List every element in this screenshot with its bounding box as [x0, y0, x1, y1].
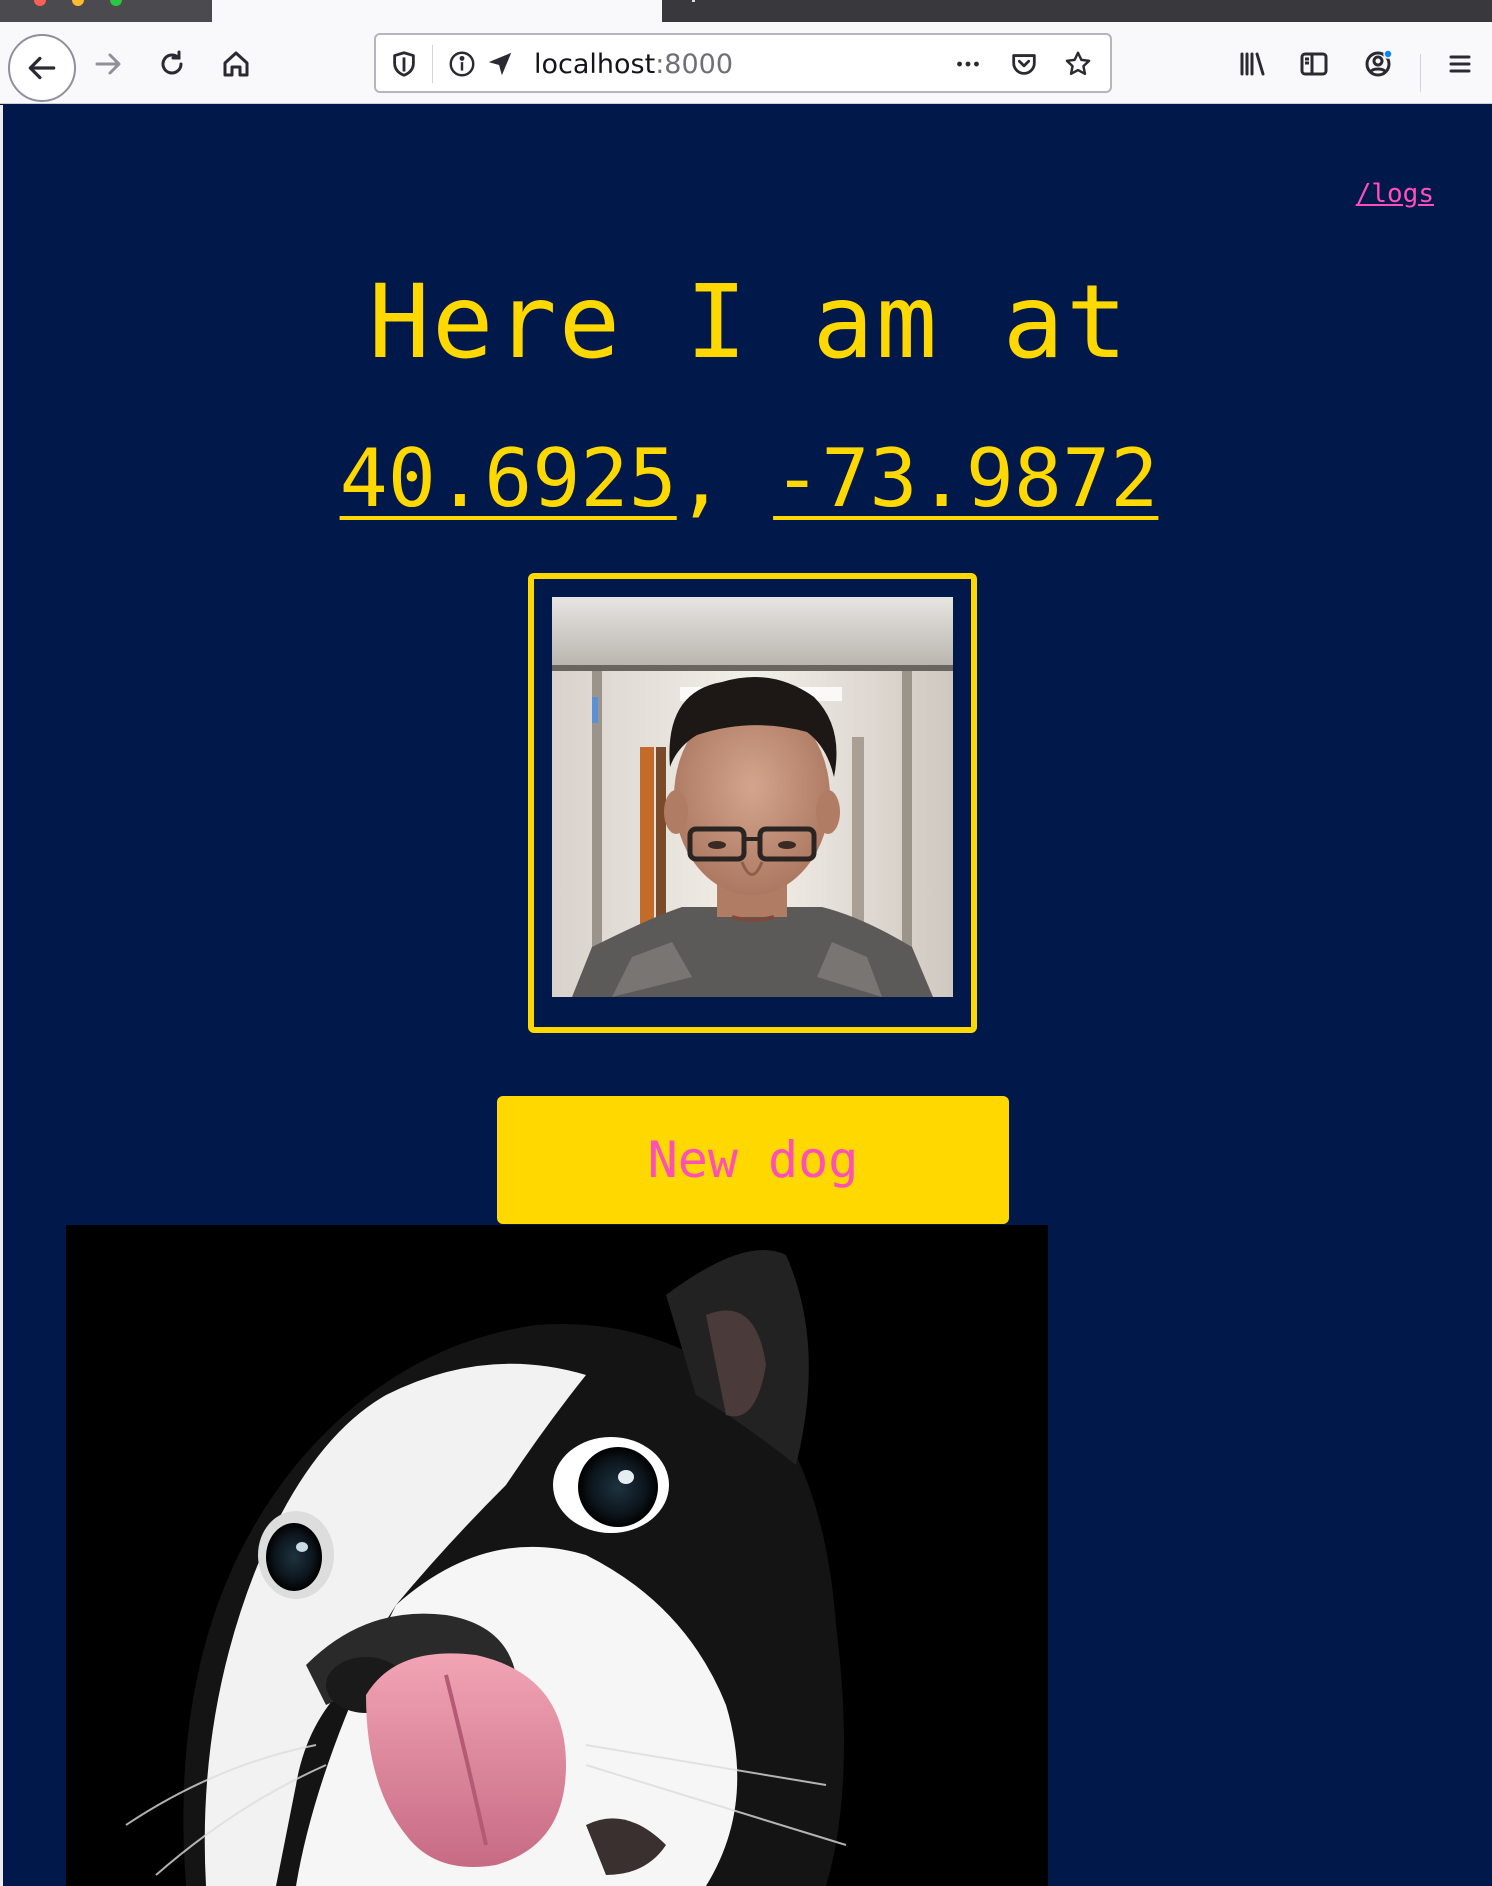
bookmark-star-icon	[1065, 51, 1091, 76]
bookmark-button[interactable]	[1060, 46, 1096, 82]
library-icon	[1240, 52, 1265, 76]
new-dog-button[interactable]: New dog	[497, 1096, 1009, 1224]
location-arrow-icon	[488, 52, 512, 76]
account-icon	[1365, 49, 1393, 77]
page-heading: Here I am at	[368, 263, 1130, 382]
hamburger-menu-icon	[1449, 55, 1471, 73]
coordinates: 40.6925, -73.9872	[3, 431, 1492, 527]
pocket-icon	[1012, 54, 1036, 75]
forward-button[interactable]	[80, 36, 136, 92]
main-menu-button[interactable]	[1432, 36, 1488, 92]
library-button[interactable]	[1224, 36, 1280, 92]
tracking-shield-button[interactable]	[386, 46, 422, 82]
window-minimize-dot[interactable]	[72, 0, 84, 6]
tab-inactive[interactable]	[0, 0, 212, 22]
coordinate-separator: ,	[676, 432, 774, 525]
url-text[interactable]: localhost:8000	[534, 49, 733, 81]
home-button[interactable]	[208, 36, 264, 92]
tab-active[interactable]	[212, 0, 662, 22]
toolbar-divider	[1420, 54, 1421, 92]
more-dots-icon	[957, 61, 979, 67]
sidebar-icon	[1300, 52, 1328, 76]
dog-photo	[66, 1225, 1048, 1886]
logs-link[interactable]: /logs	[1356, 179, 1434, 209]
latitude-link[interactable]: 40.6925	[340, 432, 677, 525]
longitude-link[interactable]: -73.9872	[773, 432, 1158, 525]
url-bar[interactable]: localhost:8000	[374, 33, 1112, 93]
url-port: :8000	[655, 49, 734, 80]
window-zoom-dot[interactable]	[110, 0, 122, 6]
page-content: /logs Here I am at 40.6925, -73.9872 New…	[0, 105, 1492, 1886]
pocket-button[interactable]	[1006, 46, 1042, 82]
sidebar-button[interactable]	[1286, 36, 1342, 92]
reload-icon	[161, 50, 183, 75]
back-button[interactable]	[8, 34, 76, 102]
browser-toolbar: localhost:8000	[0, 22, 1492, 104]
location-permission-button[interactable]	[482, 46, 518, 82]
webcam-selfie	[552, 597, 953, 997]
info-icon	[449, 51, 475, 77]
site-info-button[interactable]	[444, 46, 480, 82]
back-arrow-icon	[28, 56, 56, 80]
url-host: localhost	[534, 49, 656, 80]
webcam-frame	[528, 573, 977, 1033]
shield-icon	[393, 51, 415, 77]
account-button[interactable]	[1350, 36, 1406, 92]
reload-button[interactable]	[144, 36, 200, 92]
window-close-dot[interactable]	[34, 0, 46, 6]
url-divider	[432, 45, 433, 83]
tab-strip	[0, 0, 1492, 22]
home-icon	[223, 51, 249, 77]
tab-inactive-right[interactable]	[662, 0, 1492, 22]
forward-arrow-icon	[95, 53, 121, 75]
page-actions-button[interactable]	[950, 46, 986, 82]
